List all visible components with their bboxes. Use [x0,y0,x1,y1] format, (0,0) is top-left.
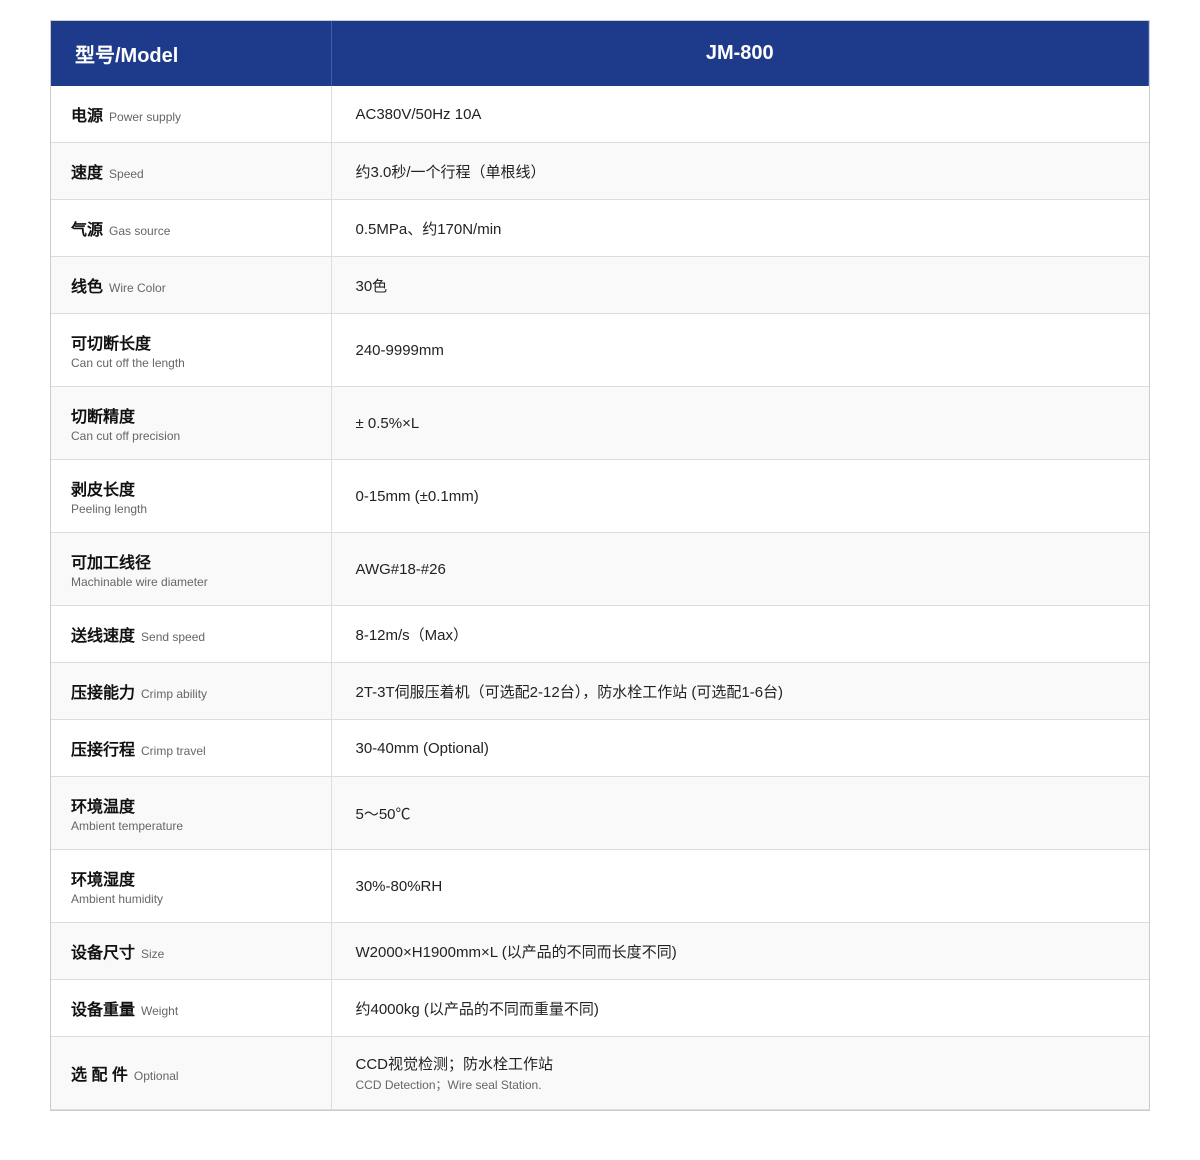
label-cell-wire-color: 线色 Wire Color [51,257,331,314]
spec-table: 型号/Model JM-800 电源 Power supply AC380V/50H… [50,20,1150,1111]
label-cell-speed: 速度 Speed [51,143,331,200]
label-cell-ambient-temp: 环境温度 Ambient temperature [51,777,331,850]
label-en-ambient-temp: Ambient temperature [71,819,311,833]
label-zh-cut-length: 可切断长度 [71,336,151,353]
value-sub-optional-parts: CCD Detection；Wire seal Station. [356,1076,1126,1093]
label-en-speed: Speed [109,167,144,181]
table-header: 型号/Model JM-800 [51,21,1149,86]
label-zh-wire-color: 线色 [71,279,103,296]
label-cell-device-weight: 设备重量 Weight [51,980,331,1037]
label-cell-cut-length: 可切断长度 Can cut off the length [51,314,331,387]
table-row-crimp-ability: 压接能力 Crimp ability 2T-3T伺服压着机（可选配2-12台），防水… [51,663,1149,720]
label-cell-ambient-humidity: 环境湿度 Ambient humidity [51,850,331,923]
table-row-cut-length: 可切断长度 Can cut off the length 240-9999mm [51,314,1149,387]
label-cell-gas-source: 气源 Gas source [51,200,331,257]
label-cell-power-supply: 电源 Power supply [51,86,331,143]
table-row-ambient-humidity: 环境湿度 Ambient humidity 30%-80%RH [51,850,1149,923]
table-row-optional-parts: 选 配 件 Optional CCD视觉检测；防水栓工作站CCD Detection… [51,1037,1149,1110]
label-cell-optional-parts: 选 配 件 Optional [51,1037,331,1110]
label-en-crimp-travel: Crimp travel [141,744,206,758]
value-cell-ambient-humidity: 30%-80%RH [331,850,1149,923]
table-row-crimp-travel: 压接行程 Crimp travel 30-40mm (Optional) [51,720,1149,777]
label-zh-optional-parts: 选 配 件 [71,1067,128,1084]
value-cell-device-weight: 约4000kg (以产品的不同而重量不同) [331,980,1149,1037]
label-en-cut-precision: Can cut off precision [71,429,311,443]
table-row-power-supply: 电源 Power supply AC380V/50Hz 10A [51,86,1149,143]
label-zh-speed: 速度 [71,165,103,182]
table-row-send-speed: 送线速度 Send speed 8-12m/s（Max） [51,606,1149,663]
value-cell-gas-source: 0.5MPa、约170N/min [331,200,1149,257]
table-row-wire-color: 线色 Wire Color 30色 [51,257,1149,314]
label-zh-gas-source: 气源 [71,222,103,239]
label-en-cut-length: Can cut off the length [71,356,311,370]
label-zh-cut-precision: 切断精度 [71,409,135,426]
value-cell-ambient-temp: 5～50℃ [331,777,1149,850]
value-cell-peeling-length: 0-15mm (±0.1mm) [331,460,1149,533]
table-row-device-size: 设备尺寸 Size W2000×H1900mm×L (以产品的不同而长度不同) [51,923,1149,980]
value-cell-power-supply: AC380V/50Hz 10A [331,86,1149,143]
label-cell-send-speed: 送线速度 Send speed [51,606,331,663]
label-en-peeling-length: Peeling length [71,502,311,516]
value-cell-crimp-travel: 30-40mm (Optional) [331,720,1149,777]
label-zh-ambient-temp: 环境温度 [71,799,135,816]
label-en-crimp-ability: Crimp ability [141,687,207,701]
label-zh-crimp-travel: 压接行程 [71,742,135,759]
label-en-optional-parts: Optional [134,1069,179,1083]
label-cell-peeling-length: 剥皮长度 Peeling length [51,460,331,533]
value-cell-wire-diameter: AWG#18-#26 [331,533,1149,606]
model-label: 型号/Model [51,21,331,86]
label-en-gas-source: Gas source [109,224,170,238]
table-row-speed: 速度 Speed 约3.0秒/一个行程（单根线） [51,143,1149,200]
value-cell-send-speed: 8-12m/s（Max） [331,606,1149,663]
label-cell-device-size: 设备尺寸 Size [51,923,331,980]
value-cell-optional-parts: CCD视觉检测；防水栓工作站CCD Detection；Wire seal St… [331,1037,1149,1110]
label-zh-ambient-humidity: 环境湿度 [71,872,135,889]
value-cell-crimp-ability: 2T-3T伺服压着机（可选配2-12台），防水栓工作站 (可选配1-6台) [331,663,1149,720]
value-cell-device-size: W2000×H1900mm×L (以产品的不同而长度不同) [331,923,1149,980]
label-zh-crimp-ability: 压接能力 [71,685,135,702]
label-en-wire-diameter: Machinable wire diameter [71,575,311,589]
model-label-text: 型号/Model [75,45,178,67]
label-cell-crimp-travel: 压接行程 Crimp travel [51,720,331,777]
value-cell-speed: 约3.0秒/一个行程（单根线） [331,143,1149,200]
label-zh-device-weight: 设备重量 [71,1002,135,1019]
label-en-wire-color: Wire Color [109,281,166,295]
value-cell-wire-color: 30色 [331,257,1149,314]
value-cell-cut-length: 240-9999mm [331,314,1149,387]
table-row-wire-diameter: 可加工线径 Machinable wire diameter AWG#18-#26 [51,533,1149,606]
label-zh-device-size: 设备尺寸 [71,945,135,962]
table-row-ambient-temp: 环境温度 Ambient temperature 5～50℃ [51,777,1149,850]
label-zh-send-speed: 送线速度 [71,628,135,645]
label-en-power-supply: Power supply [109,110,181,124]
table-row-cut-precision: 切断精度 Can cut off precision ± 0.5%×L [51,387,1149,460]
model-value-text: JM-800 [706,42,774,64]
label-en-device-size: Size [141,947,164,961]
value-cell-cut-precision: ± 0.5%×L [331,387,1149,460]
label-zh-wire-diameter: 可加工线径 [71,555,151,572]
label-cell-cut-precision: 切断精度 Can cut off precision [51,387,331,460]
model-value: JM-800 [331,21,1149,86]
label-en-ambient-humidity: Ambient humidity [71,892,311,906]
label-en-send-speed: Send speed [141,630,205,644]
table-row-gas-source: 气源 Gas source 0.5MPa、约170N/min [51,200,1149,257]
label-cell-crimp-ability: 压接能力 Crimp ability [51,663,331,720]
table-row-peeling-length: 剥皮长度 Peeling length 0-15mm (±0.1mm) [51,460,1149,533]
label-en-device-weight: Weight [141,1004,178,1018]
label-zh-power-supply: 电源 [71,108,103,125]
table-row-device-weight: 设备重量 Weight 约4000kg (以产品的不同而重量不同) [51,980,1149,1037]
label-cell-wire-diameter: 可加工线径 Machinable wire diameter [51,533,331,606]
label-zh-peeling-length: 剥皮长度 [71,482,135,499]
